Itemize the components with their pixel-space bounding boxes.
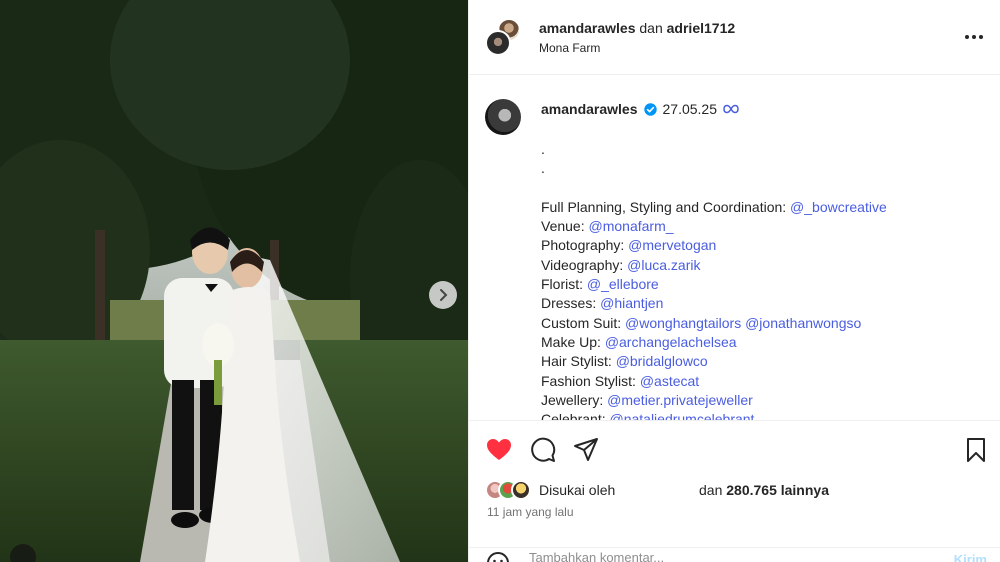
threads-icon[interactable] — [723, 104, 739, 114]
send-icon — [574, 438, 598, 461]
credit-line: Dresses: @hiantjen — [541, 294, 991, 313]
avatar[interactable] — [511, 480, 531, 500]
more-options-button[interactable] — [963, 27, 985, 47]
mention-link[interactable]: @_ellebore — [587, 276, 659, 292]
post-timestamp[interactable]: 11 jam yang lalu — [487, 505, 574, 519]
avatar[interactable] — [485, 99, 521, 135]
collab-avatars[interactable] — [485, 18, 523, 58]
mention-link[interactable]: @metier.privatejeweller — [607, 392, 753, 408]
credit-label: Custom Suit: — [541, 314, 626, 331]
credits-list: Full Planning, Styling and Coordination:… — [541, 198, 991, 420]
location-link[interactable]: Mona Farm — [539, 41, 600, 55]
mention-link[interactable]: @wonghangtailors — [625, 315, 741, 331]
instagram-post: amandarawles dan adriel1712 Mona Farm am… — [0, 0, 1000, 562]
comment-icon — [531, 437, 556, 462]
post-authors: amandarawles dan adriel1712 — [539, 20, 735, 36]
comment-button[interactable] — [530, 437, 556, 463]
mention-link[interactable]: @hiantjen — [600, 295, 663, 311]
post-caption: amandarawles 27.05.25 . . Full Planning,… — [469, 76, 1000, 420]
post-date: 27.05.25 — [662, 101, 718, 117]
credit-label: Videography: — [541, 256, 628, 273]
credit-line: Florist: @_ellebore — [541, 275, 991, 294]
caption-username-link[interactable]: amandarawles — [541, 101, 638, 117]
verified-badge-icon — [643, 102, 657, 116]
caption-dot: . — [541, 160, 545, 177]
next-photo-button[interactable] — [429, 281, 457, 309]
credit-label: Florist: — [541, 276, 587, 293]
credit-label: Venue: — [541, 218, 589, 235]
credit-label: Jewellery: — [541, 391, 608, 408]
credit-label: Make Up: — [541, 333, 605, 350]
post-photo[interactable] — [0, 0, 468, 562]
caption-text: . . Full Planning, Styling and Coordinat… — [541, 140, 991, 420]
more-horizontal-icon — [965, 35, 983, 39]
credit-label: Full Planning, Styling and Coordination: — [541, 198, 791, 215]
credit-line: Jewellery: @metier.privatejeweller — [541, 391, 991, 410]
credit-line: Celebrant: @nataliedrumcelebrant — [541, 410, 991, 420]
mention-link[interactable]: @luca.zarik — [627, 257, 700, 273]
comment-bar: Kirim — [469, 547, 1000, 562]
credit-line: Hair Stylist: @bridalglowco — [541, 352, 991, 371]
likes-count[interactable]: dan 280.765 lainnya — [699, 482, 829, 498]
caption-header: amandarawles 27.05.25 — [541, 101, 739, 117]
credit-label: Celebrant: — [541, 411, 610, 420]
credit-line: Custom Suit: @wonghangtailors @jonathanw… — [541, 314, 991, 333]
post-actions: Disukai oleh dan 280.765 lainnya 11 jam … — [469, 420, 1000, 562]
likes-count-value[interactable]: 280.765 lainnya — [726, 482, 829, 498]
likes-and-label: dan — [699, 482, 723, 498]
mention-link[interactable]: @astecat — [640, 373, 699, 389]
credit-label: Hair Stylist: — [541, 353, 616, 370]
like-button[interactable] — [486, 437, 512, 463]
save-button[interactable] — [963, 437, 989, 463]
post-comment-button[interactable]: Kirim — [954, 552, 987, 562]
credit-line: Make Up: @archangelachelsea — [541, 333, 991, 352]
mention-link[interactable]: @bridalglowco — [616, 353, 708, 369]
emoji-icon[interactable] — [486, 551, 510, 562]
credit-label: Dresses: — [541, 295, 601, 312]
mention-link[interactable]: @archangelachelsea — [605, 334, 737, 350]
author-username-link[interactable]: amandarawles — [539, 20, 636, 36]
bookmark-icon — [967, 438, 985, 462]
post-header: amandarawles dan adriel1712 Mona Farm — [469, 0, 1000, 75]
credit-line: Full Planning, Styling and Coordination:… — [541, 198, 991, 217]
mention-link[interactable]: @_bowcreative — [790, 199, 887, 215]
mention-link[interactable]: @nataliedrumcelebrant — [609, 411, 754, 420]
heart-filled-icon — [487, 439, 511, 460]
conjunction-text: dan — [639, 20, 663, 36]
post-details-panel: amandarawles dan adriel1712 Mona Farm am… — [468, 0, 1000, 562]
comment-input[interactable] — [529, 550, 909, 562]
coauthor-username-link[interactable]: adriel1712 — [667, 20, 736, 36]
caption-dot: . — [541, 141, 545, 157]
mention-link[interactable]: @jonathanwongso — [745, 315, 861, 331]
likes-summary: Disukai oleh — [485, 479, 615, 501]
share-button[interactable] — [573, 437, 599, 463]
avatar[interactable] — [485, 30, 511, 56]
liked-by-label: Disukai oleh — [539, 482, 616, 498]
credit-line: Venue: @monafarm_ — [541, 217, 991, 236]
credit-line: Photography: @mervetogan — [541, 236, 991, 255]
credit-line: Fashion Stylist: @astecat — [541, 372, 991, 391]
wedding-photo-illustration — [0, 0, 468, 562]
mention-link[interactable]: @mervetogan — [628, 237, 716, 253]
credit-line: Videography: @luca.zarik — [541, 256, 991, 275]
mention-link[interactable]: @monafarm_ — [589, 218, 674, 234]
credit-label: Photography: — [541, 237, 629, 254]
chevron-right-icon — [440, 289, 448, 301]
credit-label: Fashion Stylist: — [541, 372, 640, 389]
